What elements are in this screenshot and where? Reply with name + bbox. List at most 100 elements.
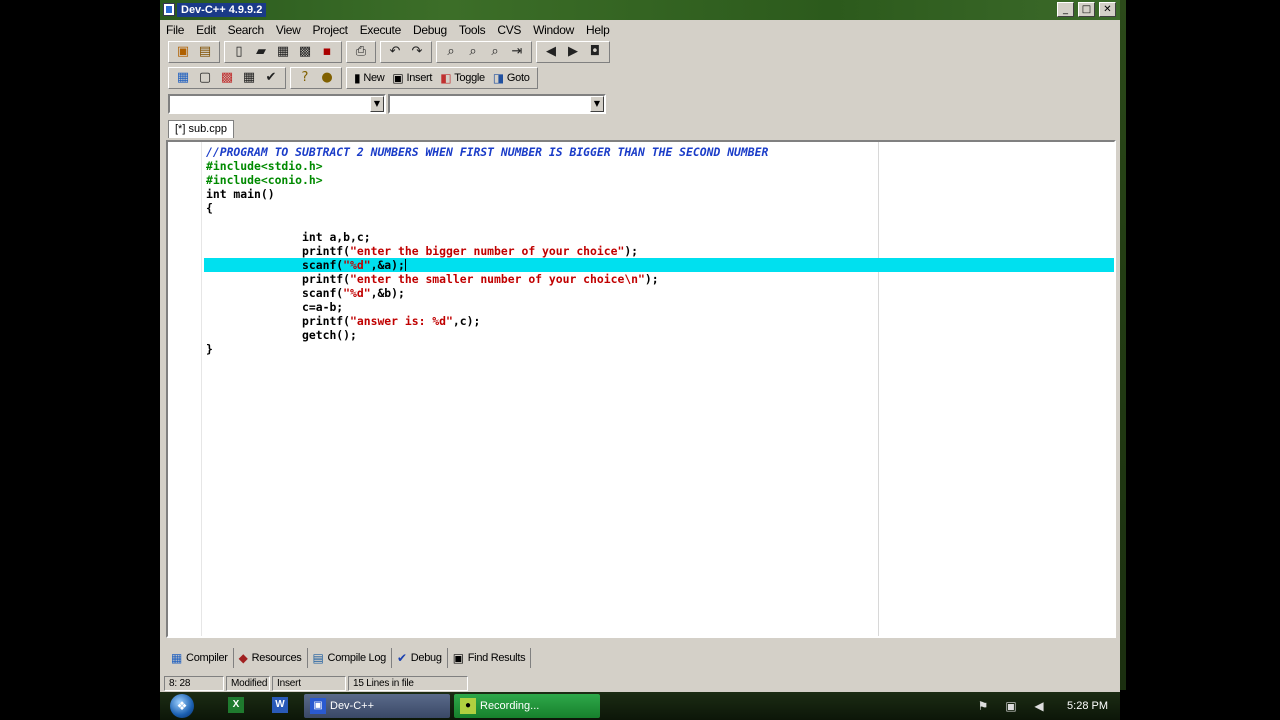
code-line[interactable] bbox=[204, 215, 1114, 229]
new-button[interactable]: ▮ New bbox=[354, 69, 385, 87]
new-file-icon[interactable]: ▯ bbox=[229, 43, 249, 61]
code-line[interactable]: #include<stdio.h> bbox=[204, 159, 1114, 173]
code-line[interactable]: //PROGRAM TO SUBTRACT 2 NUMBERS WHEN FIR… bbox=[204, 145, 1114, 159]
tab-compiler[interactable]: ▦ Compiler bbox=[166, 648, 234, 668]
tab-sub-cpp[interactable]: [*] sub.cpp bbox=[168, 120, 234, 138]
save-all-icon[interactable]: ▩ bbox=[295, 43, 315, 61]
system-tray: ⚑ ▣ ◀ 5:28 PM bbox=[969, 692, 1114, 720]
code-line[interactable]: int a,b,c; bbox=[204, 230, 1114, 244]
insert-icon: ▣ bbox=[392, 71, 404, 85]
project-icon[interactable]: ▣ bbox=[173, 43, 193, 61]
replace-icon[interactable]: ⌕ bbox=[463, 43, 483, 61]
code-line[interactable]: printf("enter the bigger number of your … bbox=[204, 244, 1114, 258]
toggle-button[interactable]: ◧ Toggle bbox=[440, 69, 485, 87]
code-line[interactable]: { bbox=[204, 201, 1114, 215]
taskbar-devcpp-button[interactable]: ▣ Dev-C++ bbox=[304, 694, 450, 718]
menu-window[interactable]: Window bbox=[533, 23, 574, 37]
status-bar: 8: 28 Modified Insert 15 Lines in file bbox=[160, 675, 1120, 692]
network-icon[interactable]: ▣ bbox=[1003, 698, 1019, 714]
word-icon[interactable]: W bbox=[272, 697, 288, 713]
menu-execute[interactable]: Execute bbox=[360, 23, 402, 37]
project-options-icon[interactable]: ▤ bbox=[195, 43, 215, 61]
print-icon[interactable]: ⎙ bbox=[351, 43, 371, 61]
menu-debug[interactable]: Debug bbox=[413, 23, 447, 37]
devcpp-icon: ▣ bbox=[310, 698, 326, 714]
start-button[interactable]: ❖ bbox=[170, 694, 194, 718]
goto-button[interactable]: ◨ Goto bbox=[493, 69, 530, 87]
active-code-line[interactable]: scanf("%d",&a); bbox=[204, 257, 1114, 272]
open-file-icon[interactable]: ▰ bbox=[251, 43, 271, 61]
devcpp-window: Dev-C++ 4.9.9.2 _ □ ✕ File Edit Search V… bbox=[160, 0, 1120, 692]
compiler-icon: ▦ bbox=[171, 651, 183, 665]
menu-edit[interactable]: Edit bbox=[196, 23, 216, 37]
text-caret bbox=[404, 259, 406, 272]
code-line[interactable]: #include<conio.h> bbox=[204, 173, 1114, 187]
run-icon[interactable]: ▢ bbox=[195, 69, 215, 87]
dropdown-arrow-icon[interactable]: ▼ bbox=[590, 96, 604, 112]
code-line[interactable]: printf("enter the smaller number of your… bbox=[204, 272, 1114, 286]
goto-line-icon[interactable]: ⇥ bbox=[507, 43, 527, 61]
new-class-icon: ▮ bbox=[354, 71, 361, 85]
redo-icon[interactable]: ↷ bbox=[407, 43, 427, 61]
menu-cvs[interactable]: CVS bbox=[497, 23, 521, 37]
tab-debug[interactable]: ✔ Debug bbox=[392, 648, 448, 668]
menu-help[interactable]: Help bbox=[586, 23, 610, 37]
recorder-icon: ● bbox=[460, 698, 476, 714]
code-line[interactable]: int main() bbox=[204, 187, 1114, 201]
line-count: 15 Lines in file bbox=[348, 676, 468, 691]
rebuild-icon[interactable]: ▦ bbox=[239, 69, 259, 87]
compile-icon[interactable]: ▦ bbox=[173, 69, 193, 87]
forward-icon[interactable]: ▶ bbox=[563, 43, 583, 61]
volume-icon[interactable]: ◀ bbox=[1031, 698, 1047, 714]
code-line[interactable]: getch(); bbox=[204, 328, 1114, 342]
menu-project[interactable]: Project bbox=[312, 23, 348, 37]
tab-find-results[interactable]: ▣ Find Results bbox=[448, 648, 532, 668]
compile-run-icon[interactable]: ▩ bbox=[217, 69, 237, 87]
code-line[interactable]: scanf("%d",&b); bbox=[204, 286, 1114, 300]
help-icon[interactable]: ? bbox=[295, 69, 315, 87]
desktop-background bbox=[1120, 0, 1280, 690]
excel-icon[interactable]: X bbox=[228, 697, 244, 713]
help-book-icon[interactable]: ◘ bbox=[585, 43, 605, 61]
tab-compile-log[interactable]: ▤ Compile Log bbox=[308, 648, 393, 668]
code-line[interactable]: c=a-b; bbox=[204, 300, 1114, 314]
member-select[interactable]: ▼ bbox=[388, 94, 606, 114]
menu-view[interactable]: View bbox=[276, 23, 301, 37]
class-select[interactable]: ▼ bbox=[168, 94, 386, 114]
find-icon[interactable]: ⌕ bbox=[441, 43, 461, 61]
back-icon[interactable]: ◀ bbox=[541, 43, 561, 61]
minimize-button[interactable]: _ bbox=[1057, 2, 1074, 17]
compile-log-icon: ▤ bbox=[312, 651, 324, 665]
code-area[interactable]: //PROGRAM TO SUBTRACT 2 NUMBERS WHEN FIR… bbox=[204, 145, 1114, 356]
menu-search[interactable]: Search bbox=[228, 23, 265, 37]
undo-icon[interactable]: ↶ bbox=[385, 43, 405, 61]
close-file-icon[interactable]: ▪ bbox=[317, 43, 337, 61]
maximize-button[interactable]: □ bbox=[1078, 2, 1095, 17]
code-line[interactable]: } bbox=[204, 342, 1114, 356]
menu-file[interactable]: File bbox=[166, 23, 184, 37]
line-gutter[interactable] bbox=[168, 142, 202, 636]
toggle-bookmark-icon: ◧ bbox=[440, 71, 452, 85]
clock[interactable]: 5:28 PM bbox=[1067, 700, 1108, 712]
tab-resources[interactable]: ◆ Resources bbox=[234, 648, 308, 668]
title-bar[interactable]: Dev-C++ 4.9.9.2 _ □ ✕ bbox=[160, 0, 1120, 20]
find-next-icon[interactable]: ⌕ bbox=[485, 43, 505, 61]
menu-tools[interactable]: Tools bbox=[459, 23, 486, 37]
taskbar: ❖ X W ▣ Dev-C++ ● Recording... ⚑ ▣ ◀ 5:2… bbox=[160, 692, 1120, 720]
find-results-icon: ▣ bbox=[452, 651, 464, 665]
app-icon bbox=[163, 3, 175, 16]
modified-indicator: Modified bbox=[226, 676, 270, 691]
code-line[interactable]: printf("answer is: %d",c); bbox=[204, 314, 1114, 328]
about-icon[interactable]: ● bbox=[317, 69, 337, 87]
flag-icon[interactable]: ⚑ bbox=[975, 698, 991, 714]
check-syntax-icon[interactable]: ✔ bbox=[261, 69, 281, 87]
save-icon[interactable]: ▦ bbox=[273, 43, 293, 61]
taskbar-recording-button[interactable]: ● Recording... bbox=[454, 694, 600, 718]
bottom-panel-tabs: ▦ Compiler ◆ Resources ▤ Compile Log ✔ Debug… bbox=[160, 646, 1120, 670]
close-button[interactable]: ✕ bbox=[1099, 2, 1116, 17]
code-editor[interactable]: //PROGRAM TO SUBTRACT 2 NUMBERS WHEN FIR… bbox=[166, 140, 1116, 638]
dropdown-arrow-icon[interactable]: ▼ bbox=[370, 96, 384, 112]
class-browser-combos: ▼ ▼ bbox=[168, 92, 606, 116]
cursor-position: 8: 28 bbox=[164, 676, 224, 691]
insert-button[interactable]: ▣ Insert bbox=[392, 69, 432, 87]
